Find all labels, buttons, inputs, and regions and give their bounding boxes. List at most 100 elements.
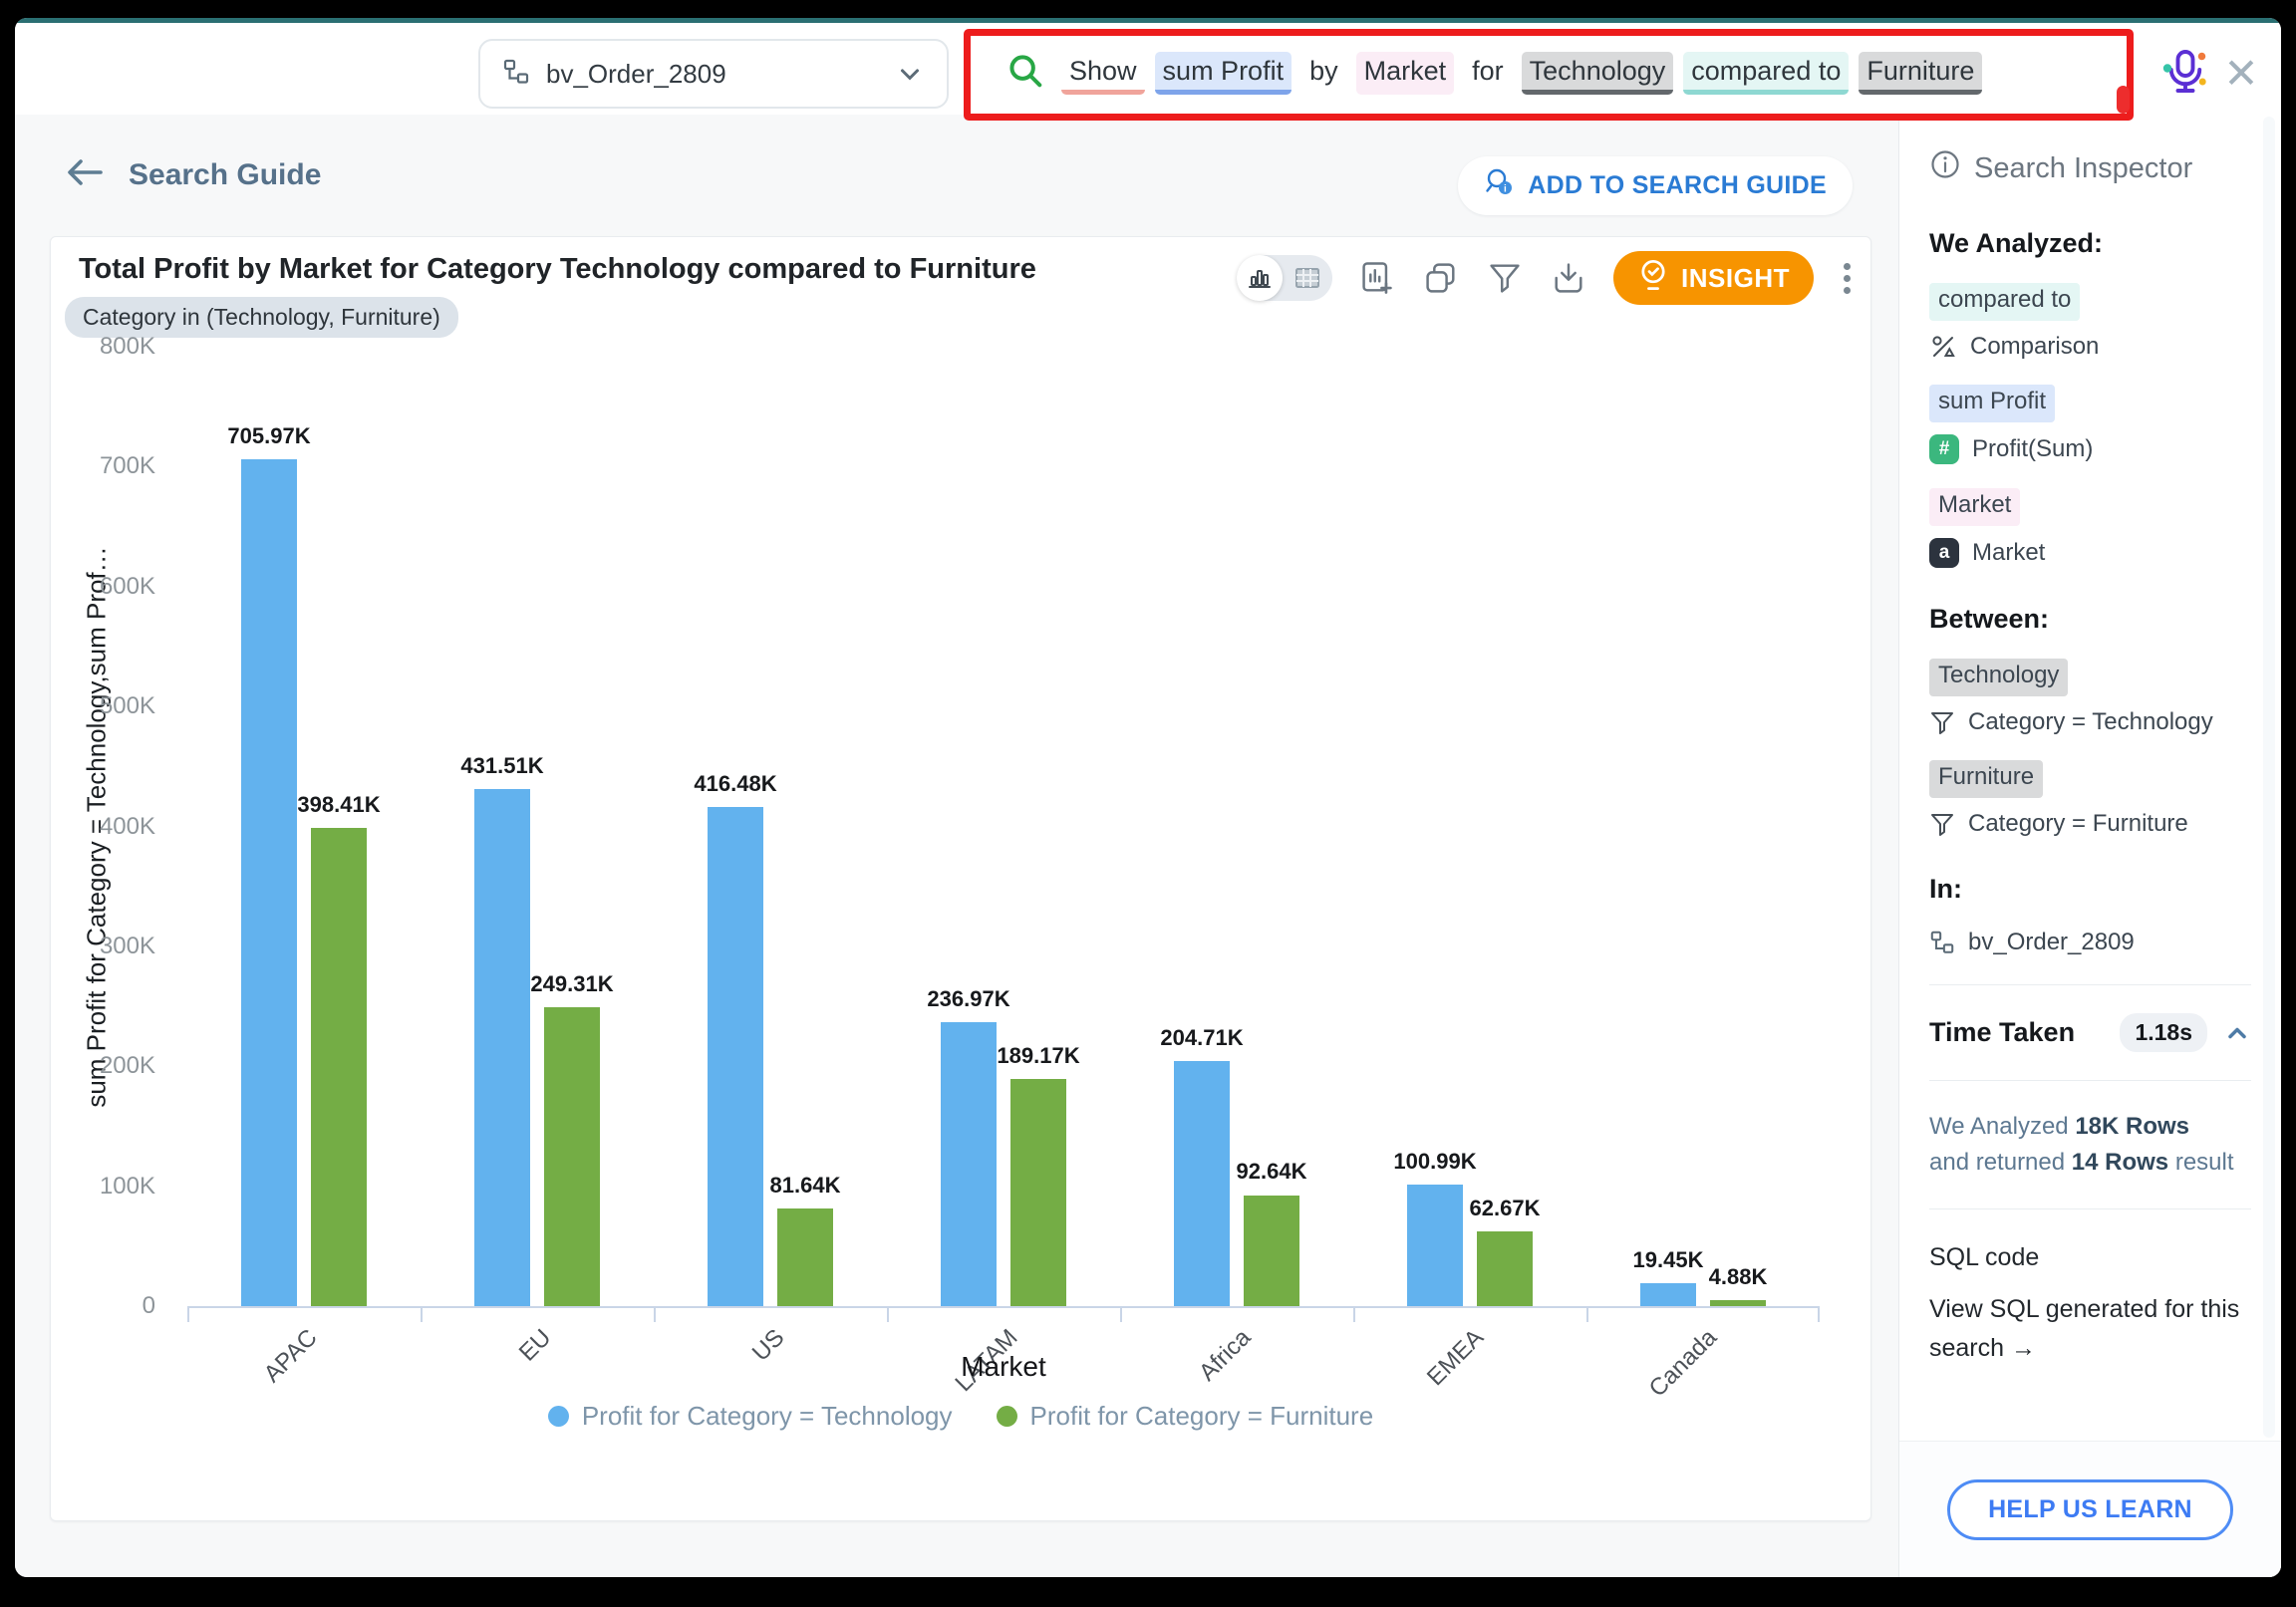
app-window: bv_Order_2809 Showsum ProfitbyMarketforT… bbox=[15, 18, 2281, 1577]
bar-apac-furniture[interactable] bbox=[311, 828, 367, 1306]
attribute-icon: a bbox=[1929, 538, 1959, 568]
inspector-token[interactable]: sum Profit bbox=[1929, 385, 2055, 422]
inspector-item-label: Category = Furniture bbox=[1968, 810, 2188, 838]
bar-us-technology[interactable] bbox=[708, 807, 763, 1306]
download-icon[interactable] bbox=[1550, 259, 1587, 297]
legend-item[interactable]: Profit for Category = Furniture bbox=[997, 1401, 1374, 1432]
x-axis-title: Market bbox=[187, 1351, 1820, 1383]
y-tick-label: 0 bbox=[86, 1292, 155, 1320]
plot-area: APACEUUSLATAMAfricaEMEACanada 705.97K398… bbox=[187, 347, 1820, 1308]
bar-eu-furniture[interactable] bbox=[544, 1007, 600, 1306]
comparison-icon bbox=[1929, 333, 1957, 361]
rows-analyzed-text: We Analyzed 18K Rows and returned 14 Row… bbox=[1929, 1109, 2251, 1181]
chart-toolbar: INSIGHT bbox=[1237, 251, 1855, 305]
bar-value-label: 4.88K bbox=[1709, 1264, 1768, 1290]
time-taken-label: Time Taken bbox=[1929, 1017, 2075, 1048]
x-tick-mark bbox=[1120, 1306, 1122, 1322]
bar-canada-technology[interactable] bbox=[1640, 1283, 1696, 1306]
more-options-icon[interactable] bbox=[1840, 259, 1855, 298]
inspector-token[interactable]: Furniture bbox=[1929, 760, 2043, 798]
bar-us-furniture[interactable] bbox=[777, 1208, 833, 1306]
inspector-heading: In: bbox=[1929, 874, 2251, 905]
bar-latam-furniture[interactable] bbox=[1010, 1079, 1066, 1306]
chevron-down-icon[interactable] bbox=[895, 59, 925, 89]
search-token[interactable]: by bbox=[1301, 52, 1346, 95]
microphone-icon[interactable] bbox=[2157, 45, 2213, 101]
y-tick-label: 800K bbox=[86, 333, 155, 361]
help-us-learn-button[interactable]: HELP US LEARN bbox=[1947, 1479, 2233, 1540]
inspector-token[interactable]: Market bbox=[1929, 488, 2020, 526]
bar-canada-furniture[interactable] bbox=[1710, 1300, 1766, 1306]
view-toggle[interactable] bbox=[1237, 255, 1332, 301]
add-guide-icon: i bbox=[1484, 166, 1516, 205]
duplicate-icon[interactable] bbox=[1422, 259, 1460, 297]
filter-icon[interactable] bbox=[1486, 259, 1524, 297]
filter-pill[interactable]: Category in (Technology, Furniture) bbox=[65, 297, 458, 338]
filter-icon bbox=[1929, 709, 1955, 735]
arrow-right-icon: → bbox=[2011, 1334, 2036, 1362]
bar-apac-technology[interactable] bbox=[241, 459, 297, 1306]
bar-emea-technology[interactable] bbox=[1407, 1185, 1463, 1306]
inspector-title: Search Inspector bbox=[1974, 152, 2192, 185]
chart-view-icon[interactable] bbox=[1237, 255, 1283, 301]
inspector-token[interactable]: compared to bbox=[1929, 283, 2080, 321]
back-arrow-icon[interactable] bbox=[63, 152, 107, 197]
insight-label: INSIGHT bbox=[1681, 263, 1790, 294]
close-icon[interactable]: ✕ bbox=[2213, 45, 2269, 101]
x-tick-mark bbox=[1818, 1306, 1820, 1322]
time-taken-badge: 1.18s bbox=[2120, 1013, 2207, 1052]
dataset-icon bbox=[502, 58, 530, 91]
time-taken-row: Time Taken 1.18s bbox=[1929, 1013, 2251, 1052]
dataset-icon bbox=[1929, 930, 1955, 955]
bar-value-label: 204.71K bbox=[1160, 1025, 1243, 1051]
bar-value-label: 81.64K bbox=[770, 1173, 841, 1199]
search-input[interactable]: Showsum ProfitbyMarketforTechnologycompa… bbox=[990, 37, 2122, 109]
panel-scrollbar[interactable] bbox=[2263, 117, 2275, 1438]
search-token[interactable]: for bbox=[1464, 52, 1512, 95]
x-tick-mark bbox=[1586, 1306, 1588, 1322]
inspector-sections: We Analyzed:compared toComparisonsum Pro… bbox=[1929, 228, 2251, 956]
bar-latam-technology[interactable] bbox=[941, 1022, 997, 1306]
legend-dot bbox=[997, 1406, 1017, 1427]
table-view-icon[interactable] bbox=[1283, 265, 1332, 291]
filter-icon bbox=[1929, 811, 1955, 837]
dataset-name: bv_Order_2809 bbox=[546, 59, 726, 90]
page-title[interactable]: Search Guide bbox=[129, 158, 321, 192]
search-token[interactable]: Technology bbox=[1522, 52, 1674, 95]
add-guide-label: ADD TO SEARCH GUIDE bbox=[1528, 171, 1827, 200]
inspector-heading: Between: bbox=[1929, 604, 2251, 635]
dataset-selector[interactable]: bv_Order_2809 bbox=[478, 39, 949, 109]
search-token[interactable]: Market bbox=[1356, 52, 1455, 95]
legend-dot bbox=[548, 1406, 569, 1427]
inspector-item-label: Market bbox=[1972, 539, 2045, 567]
view-sql-link[interactable]: View SQL generated for this search → bbox=[1929, 1290, 2251, 1368]
bar-value-label: 100.99K bbox=[1393, 1149, 1476, 1175]
chart-legend: Profit for Category = Technology Profit f… bbox=[51, 1401, 1870, 1432]
bar-eu-technology[interactable] bbox=[474, 789, 530, 1306]
divider bbox=[1929, 1080, 2251, 1081]
y-tick-label: 700K bbox=[86, 452, 155, 480]
chevron-up-icon[interactable] bbox=[2223, 1019, 2251, 1047]
search-token[interactable]: compared to bbox=[1683, 52, 1849, 95]
bar-africa-furniture[interactable] bbox=[1244, 1196, 1299, 1307]
bar-africa-technology[interactable] bbox=[1174, 1061, 1230, 1306]
inspector-footer: HELP US LEARN bbox=[1899, 1441, 2281, 1577]
divider bbox=[1929, 1208, 2251, 1209]
search-token[interactable]: sum Profit bbox=[1155, 52, 1292, 95]
add-chart-icon[interactable] bbox=[1358, 259, 1396, 297]
inspector-header: Search Inspector bbox=[1929, 148, 2251, 188]
bar-emea-furniture[interactable] bbox=[1477, 1231, 1533, 1306]
search-token[interactable]: Furniture bbox=[1859, 52, 1982, 95]
insight-bulb-icon bbox=[1637, 258, 1669, 299]
inspector-item: TechnologyCategory = Technology bbox=[1929, 659, 2251, 736]
inspector-token[interactable]: Technology bbox=[1929, 659, 2068, 696]
y-tick-label: 300K bbox=[86, 933, 155, 960]
add-to-search-guide-button[interactable]: i ADD TO SEARCH GUIDE bbox=[1458, 156, 1853, 215]
breadcrumb: Search Guide bbox=[63, 152, 321, 197]
bar-value-label: 249.31K bbox=[530, 971, 613, 997]
insight-button[interactable]: INSIGHT bbox=[1613, 251, 1814, 305]
search-token[interactable]: Show bbox=[1061, 52, 1145, 95]
legend-item[interactable]: Profit for Category = Technology bbox=[548, 1401, 953, 1432]
legend-label: Profit for Category = Furniture bbox=[1030, 1401, 1374, 1432]
divider bbox=[1929, 984, 2251, 985]
